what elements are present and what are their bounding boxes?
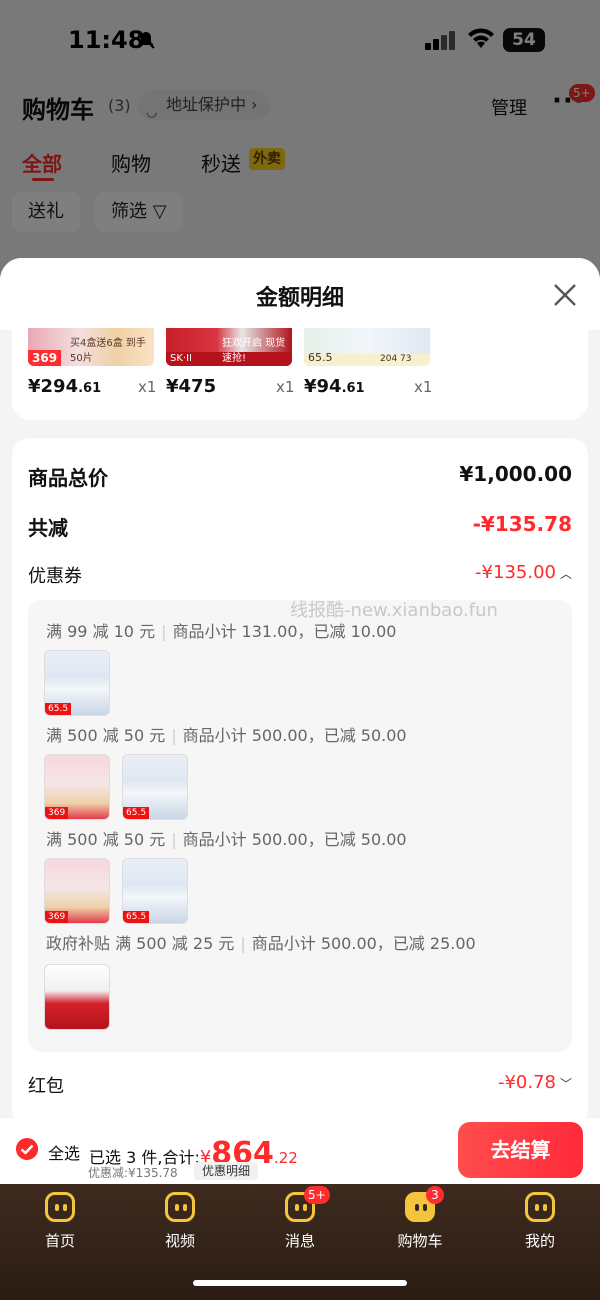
product-quantity: x1: [276, 378, 295, 396]
sheet-title: 金额明细: [255, 286, 344, 311]
home-icon: [45, 1192, 75, 1222]
product-thumbnail[interactable]: 369 买4盒送6盒 到手50片: [28, 328, 154, 366]
discount-label: 共减: [28, 516, 68, 540]
chevron-down-icon: ﹀: [559, 1077, 572, 1091]
amount-detail-sheet: 金额明细 369 买4盒送6盒 到手50片 SK·II 狂欢开启 现货速抢! 6…: [0, 258, 600, 1120]
profile-icon: [525, 1192, 555, 1222]
product-price: ¥94.61: [304, 376, 365, 397]
coupon-product-thumbnail: [44, 964, 110, 1030]
product-thumbnail[interactable]: 65.5 204 73: [304, 328, 430, 366]
hongbao-row-toggle[interactable]: -¥0.78 ﹀: [498, 1072, 572, 1093]
thumbnail-brand: SK·II: [170, 353, 192, 364]
coupon-product-thumbnail: 65.5: [44, 650, 110, 716]
tab-home[interactable]: 首页: [20, 1192, 100, 1251]
coupon-line: 政府补贴 满 500 减 25 元 | 商品小计 500.00，已减 25.00: [46, 934, 476, 953]
total-label: 商品总价: [28, 466, 108, 490]
coupon-line: 满 500 减 50 元 | 商品小计 500.00，已减 50.00: [46, 830, 407, 849]
coupon-product-thumbnail: 65.5: [122, 754, 188, 820]
product-thumbnail[interactable]: SK·II 狂欢开启 现货速抢!: [166, 328, 292, 366]
cart-badge: 3: [426, 1186, 444, 1204]
discount-detail-button[interactable]: 优惠明细: [194, 1162, 259, 1180]
video-icon: [165, 1192, 195, 1222]
discount-summary: 优惠减:¥135.78: [88, 1166, 178, 1180]
product-price: ¥475: [166, 376, 217, 397]
product-quantity: x1: [414, 378, 433, 396]
hongbao-value: -¥0.78: [497, 1072, 556, 1093]
checkout-bar: 全选 已选 3 件,合计:¥864.22 优惠减:¥135.78 优惠明细 去结…: [0, 1118, 600, 1184]
coupon-breakdown: 满 99 减 10 元 | 商品小计 131.00，已减 10.00 65.5 满 …: [28, 600, 572, 1052]
total-value: ¥1,000.00: [459, 462, 572, 486]
thumbnail-caption: 204 73: [380, 354, 412, 364]
coupon-label: 优惠券: [28, 566, 82, 587]
home-indicator: [193, 1280, 407, 1286]
coupon-row-toggle[interactable]: -¥135.00 ︿: [475, 562, 572, 583]
coupon-product-thumbnail: 369: [44, 858, 110, 924]
coupon-value: -¥135.00: [475, 562, 556, 583]
coupon-product-thumbnail: 369: [44, 754, 110, 820]
thumbnail-caption: 买4盒送6盒 到手50片: [70, 338, 146, 364]
coupon-product-thumbnail: 65.5: [122, 858, 188, 924]
watermark-text: 线报酷-new.xianbao.fun: [290, 600, 498, 621]
checkout-button[interactable]: 去结算: [458, 1122, 583, 1178]
tab-video[interactable]: 视频: [140, 1192, 220, 1251]
coupon-line: 满 500 减 50 元 | 商品小计 500.00，已减 50.00: [46, 726, 407, 745]
thumbnail-price-tag: 369: [28, 350, 62, 366]
select-all-checkbox[interactable]: [16, 1138, 38, 1160]
hongbao-label: 红包: [28, 1076, 64, 1097]
thumbnail-caption: 狂欢开启 现货速抢!: [222, 338, 286, 364]
product-price: ¥294.61: [28, 376, 102, 397]
discount-value: -¥135.78: [472, 512, 572, 536]
tab-profile[interactable]: 我的: [500, 1192, 580, 1251]
messages-badge: 5+: [304, 1186, 330, 1204]
product-summary-card: 369 买4盒送6盒 到手50片 SK·II 狂欢开启 现货速抢! 65.5 2…: [12, 318, 588, 420]
chevron-up-icon: ︿: [559, 567, 572, 581]
close-icon[interactable]: [552, 282, 578, 308]
select-all-label[interactable]: 全选: [48, 1140, 80, 1164]
tab-cart[interactable]: 3 购物车: [380, 1186, 460, 1251]
product-quantity: x1: [138, 378, 157, 396]
thumbnail-price-tag: 65.5: [308, 351, 333, 364]
price-detail-card: 商品总价 ¥1,000.00 共减 -¥135.78 优惠券 -¥135.00 ︿…: [12, 438, 588, 1120]
tab-messages[interactable]: 5+ 消息: [260, 1186, 340, 1251]
